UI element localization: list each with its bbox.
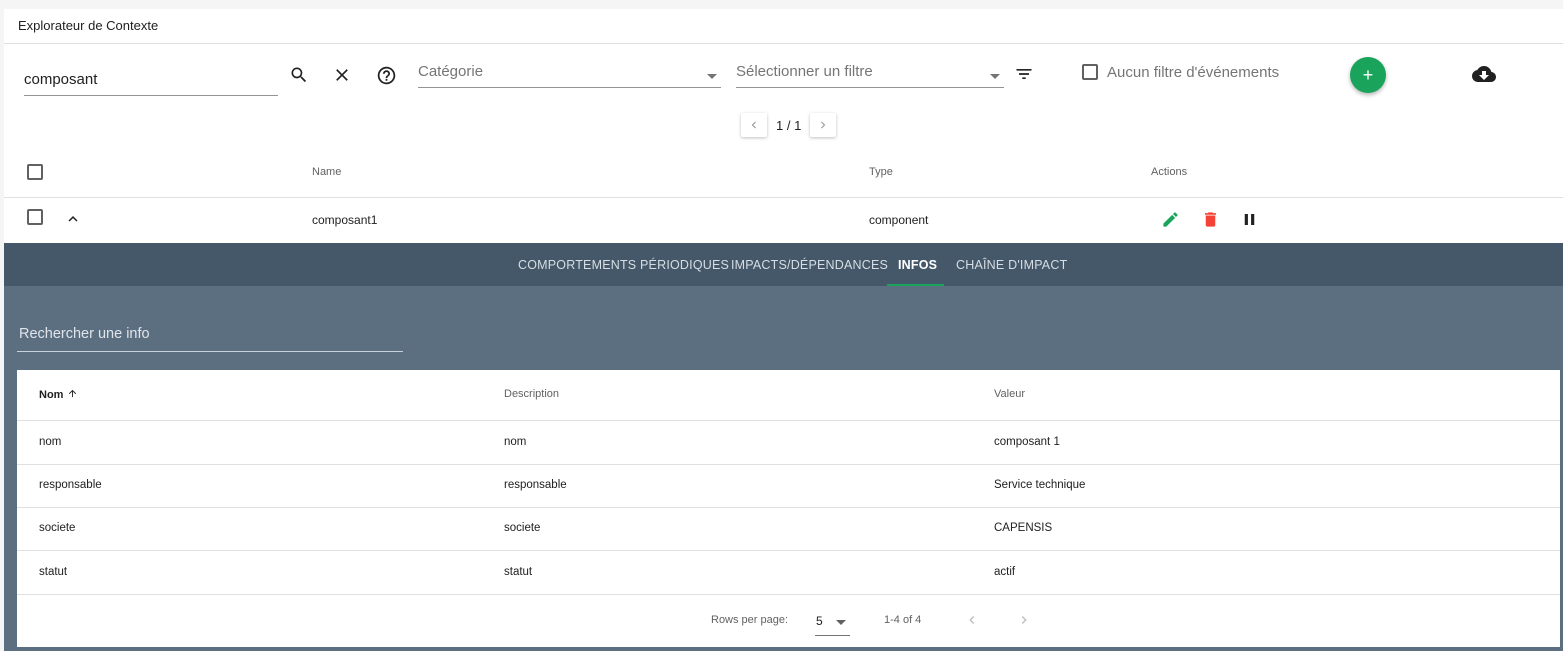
tab-infos[interactable]: INFOS [898, 258, 937, 272]
chevron-down-icon [707, 74, 717, 79]
search-input[interactable] [24, 64, 278, 88]
divider [17, 420, 1560, 421]
chevron-down-icon [990, 74, 1000, 79]
divider [4, 197, 1563, 198]
window-title: Explorateur de Contexte [4, 9, 1563, 44]
chevron-right-icon [1021, 616, 1027, 624]
pause-icon[interactable] [1235, 205, 1263, 233]
cloud-download-icon[interactable] [1470, 60, 1498, 88]
context-explorer-card: Explorateur de Contexte Catégorie Sélect… [4, 9, 1563, 651]
event-filter-label: Aucun filtre d'événements [1107, 64, 1280, 81]
info-search-field[interactable] [17, 317, 403, 352]
chevron-left-icon [969, 616, 975, 624]
clear-icon[interactable] [328, 61, 356, 89]
rows-per-page-select[interactable]: 5 [815, 606, 850, 636]
info-value: actif [994, 566, 1016, 578]
page-indicator: 1 / 1 [776, 118, 802, 133]
tab-periodic-behaviors[interactable]: COMPORTEMENTS PÉRIODIQUES [518, 258, 729, 272]
info-name: societe [39, 522, 76, 534]
row-checkbox[interactable] [27, 209, 43, 225]
arrow-up-icon [68, 389, 76, 398]
column-header-description[interactable]: Description [504, 388, 559, 400]
info-value: CAPENSIS [994, 522, 1053, 534]
column-header-nom[interactable]: Nom [39, 388, 78, 401]
info-name: nom [39, 436, 62, 448]
divider [17, 550, 1560, 551]
previous-page-button[interactable] [958, 606, 986, 634]
info-name: responsable [39, 479, 102, 491]
previous-page-button[interactable] [741, 113, 767, 137]
chevron-left-icon [751, 121, 756, 129]
row-type: component [869, 213, 929, 227]
column-header-nom-label: Nom [39, 389, 64, 401]
edit-icon[interactable] [1156, 205, 1184, 233]
column-header-type[interactable]: Type [869, 166, 893, 178]
divider [17, 464, 1560, 465]
info-table: Nom Description Valeur nom nom composant… [17, 370, 1560, 647]
rows-per-page-label: Rows per page: [711, 614, 789, 626]
column-header-name[interactable]: Name [312, 166, 341, 178]
next-page-button[interactable] [1010, 606, 1038, 634]
row-name: composant1 [312, 213, 378, 227]
next-page-button[interactable] [810, 113, 836, 137]
chevron-down-icon [836, 620, 846, 625]
delete-icon[interactable] [1196, 205, 1224, 233]
range-indicator: 1-4 of 4 [884, 614, 922, 626]
category-select-placeholder: Catégorie [418, 63, 484, 80]
add-button[interactable]: + [1350, 57, 1386, 93]
column-header-valeur[interactable]: Valeur [994, 388, 1025, 400]
filter-select[interactable]: Sélectionner un filtre [736, 52, 1004, 88]
tab-impact-chain[interactable]: CHAÎNE D'IMPACT [956, 258, 1067, 272]
search-field[interactable] [24, 64, 278, 96]
column-header-actions: Actions [1151, 166, 1188, 178]
info-description: societe [504, 522, 541, 534]
filter-select-placeholder: Sélectionner un filtre [736, 63, 873, 80]
select-all-checkbox[interactable] [27, 164, 43, 180]
chevron-right-icon [821, 121, 826, 129]
collapse-row-icon[interactable] [59, 205, 87, 233]
info-value: Service technique [994, 479, 1086, 491]
search-icon[interactable] [285, 61, 313, 89]
rows-per-page-value: 5 [816, 614, 823, 628]
info-value: composant 1 [994, 436, 1060, 448]
info-description: nom [504, 436, 527, 448]
info-search-input[interactable] [17, 317, 403, 343]
info-description: statut [504, 566, 533, 578]
divider [17, 507, 1560, 508]
tab-impacts-dependencies[interactable]: IMPACTS/DÉPENDANCES [731, 258, 888, 272]
expanded-row-panel: COMPORTEMENTS PÉRIODIQUES IMPACTS/DÉPEND… [4, 243, 1563, 651]
event-filter-checkbox[interactable] [1082, 64, 1098, 80]
info-name: statut [39, 566, 68, 578]
active-tab-indicator [887, 284, 944, 286]
category-select[interactable]: Catégorie [418, 52, 721, 88]
add-button-label: + [1362, 64, 1374, 85]
details-tabs: COMPORTEMENTS PÉRIODIQUES IMPACTS/DÉPEND… [4, 243, 1563, 286]
help-icon[interactable] [372, 61, 400, 89]
info-description: responsable [504, 479, 567, 491]
divider [17, 594, 1560, 595]
filter-list-icon[interactable] [1010, 60, 1038, 88]
